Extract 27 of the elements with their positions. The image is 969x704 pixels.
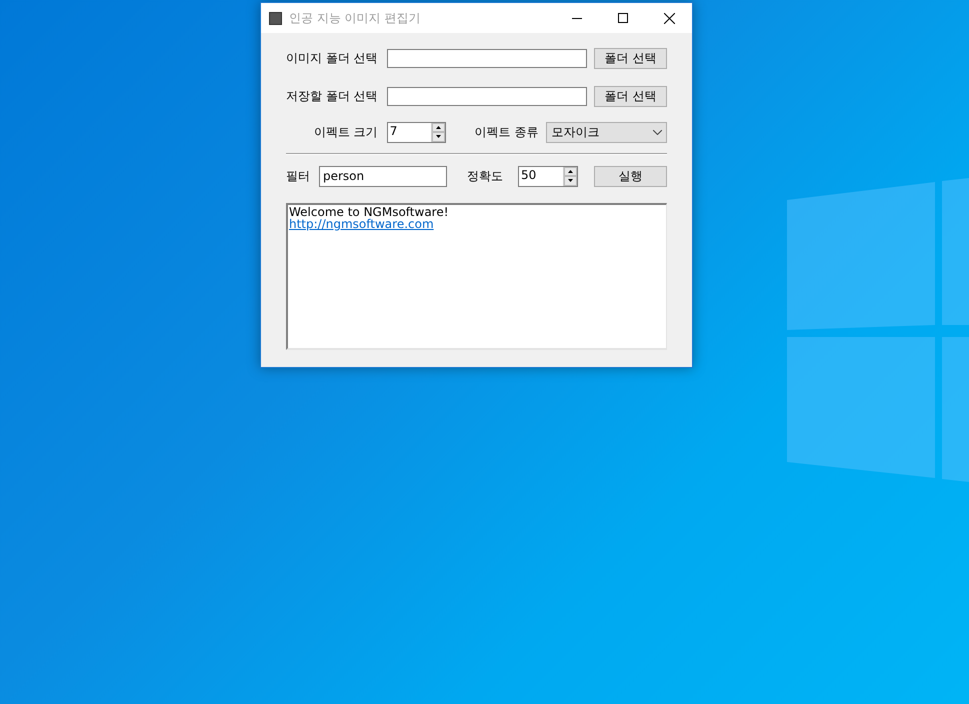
folder-label: 이미지 폴더 선택 — [286, 50, 379, 66]
folder-path-field[interactable] — [387, 48, 587, 68]
folder-label: 저장할 폴더 선택 — [286, 88, 379, 104]
run-button[interactable]: 실행 — [594, 166, 667, 186]
down-arrow-icon[interactable] — [568, 179, 573, 182]
up-arrow-icon[interactable] — [436, 126, 441, 129]
close-icon[interactable] — [664, 12, 674, 24]
window-title: 인공 지능 이미지 편집기 — [289, 10, 422, 26]
up-arrow-icon[interactable] — [568, 170, 573, 173]
chevron-down-icon — [652, 130, 662, 134]
effect-size-spinbox[interactable]: 7 — [386, 122, 446, 142]
down-arrow-icon[interactable] — [436, 135, 441, 138]
effect-type-dropdown[interactable]: 모자이크 — [546, 122, 667, 142]
log-text-area[interactable]: Welcome to NGMsoftware! http://ngmsoftware.com — [286, 203, 667, 350]
website-link[interactable]: http://ngmsoftware.com — [289, 218, 434, 230]
select-folder-button[interactable]: 폴더 선택 — [594, 86, 667, 106]
effect-size-label: 이펙트 크기 — [314, 124, 378, 138]
filter-label: 필터 — [286, 168, 311, 184]
log-line: Welcome to NGMsoftware! — [289, 206, 449, 218]
app-icon — [269, 12, 282, 24]
folder-path-field[interactable] — [387, 86, 587, 106]
accuracy-label: 정확도 — [467, 168, 504, 184]
select-folder-button[interactable]: 폴더 선택 — [594, 48, 667, 68]
maximize-icon[interactable] — [618, 13, 628, 23]
effect-type-label: 이펙트 종류 — [474, 124, 538, 140]
filter-field[interactable]: person — [319, 166, 447, 186]
accuracy-spinbox[interactable]: 50 — [518, 166, 578, 186]
